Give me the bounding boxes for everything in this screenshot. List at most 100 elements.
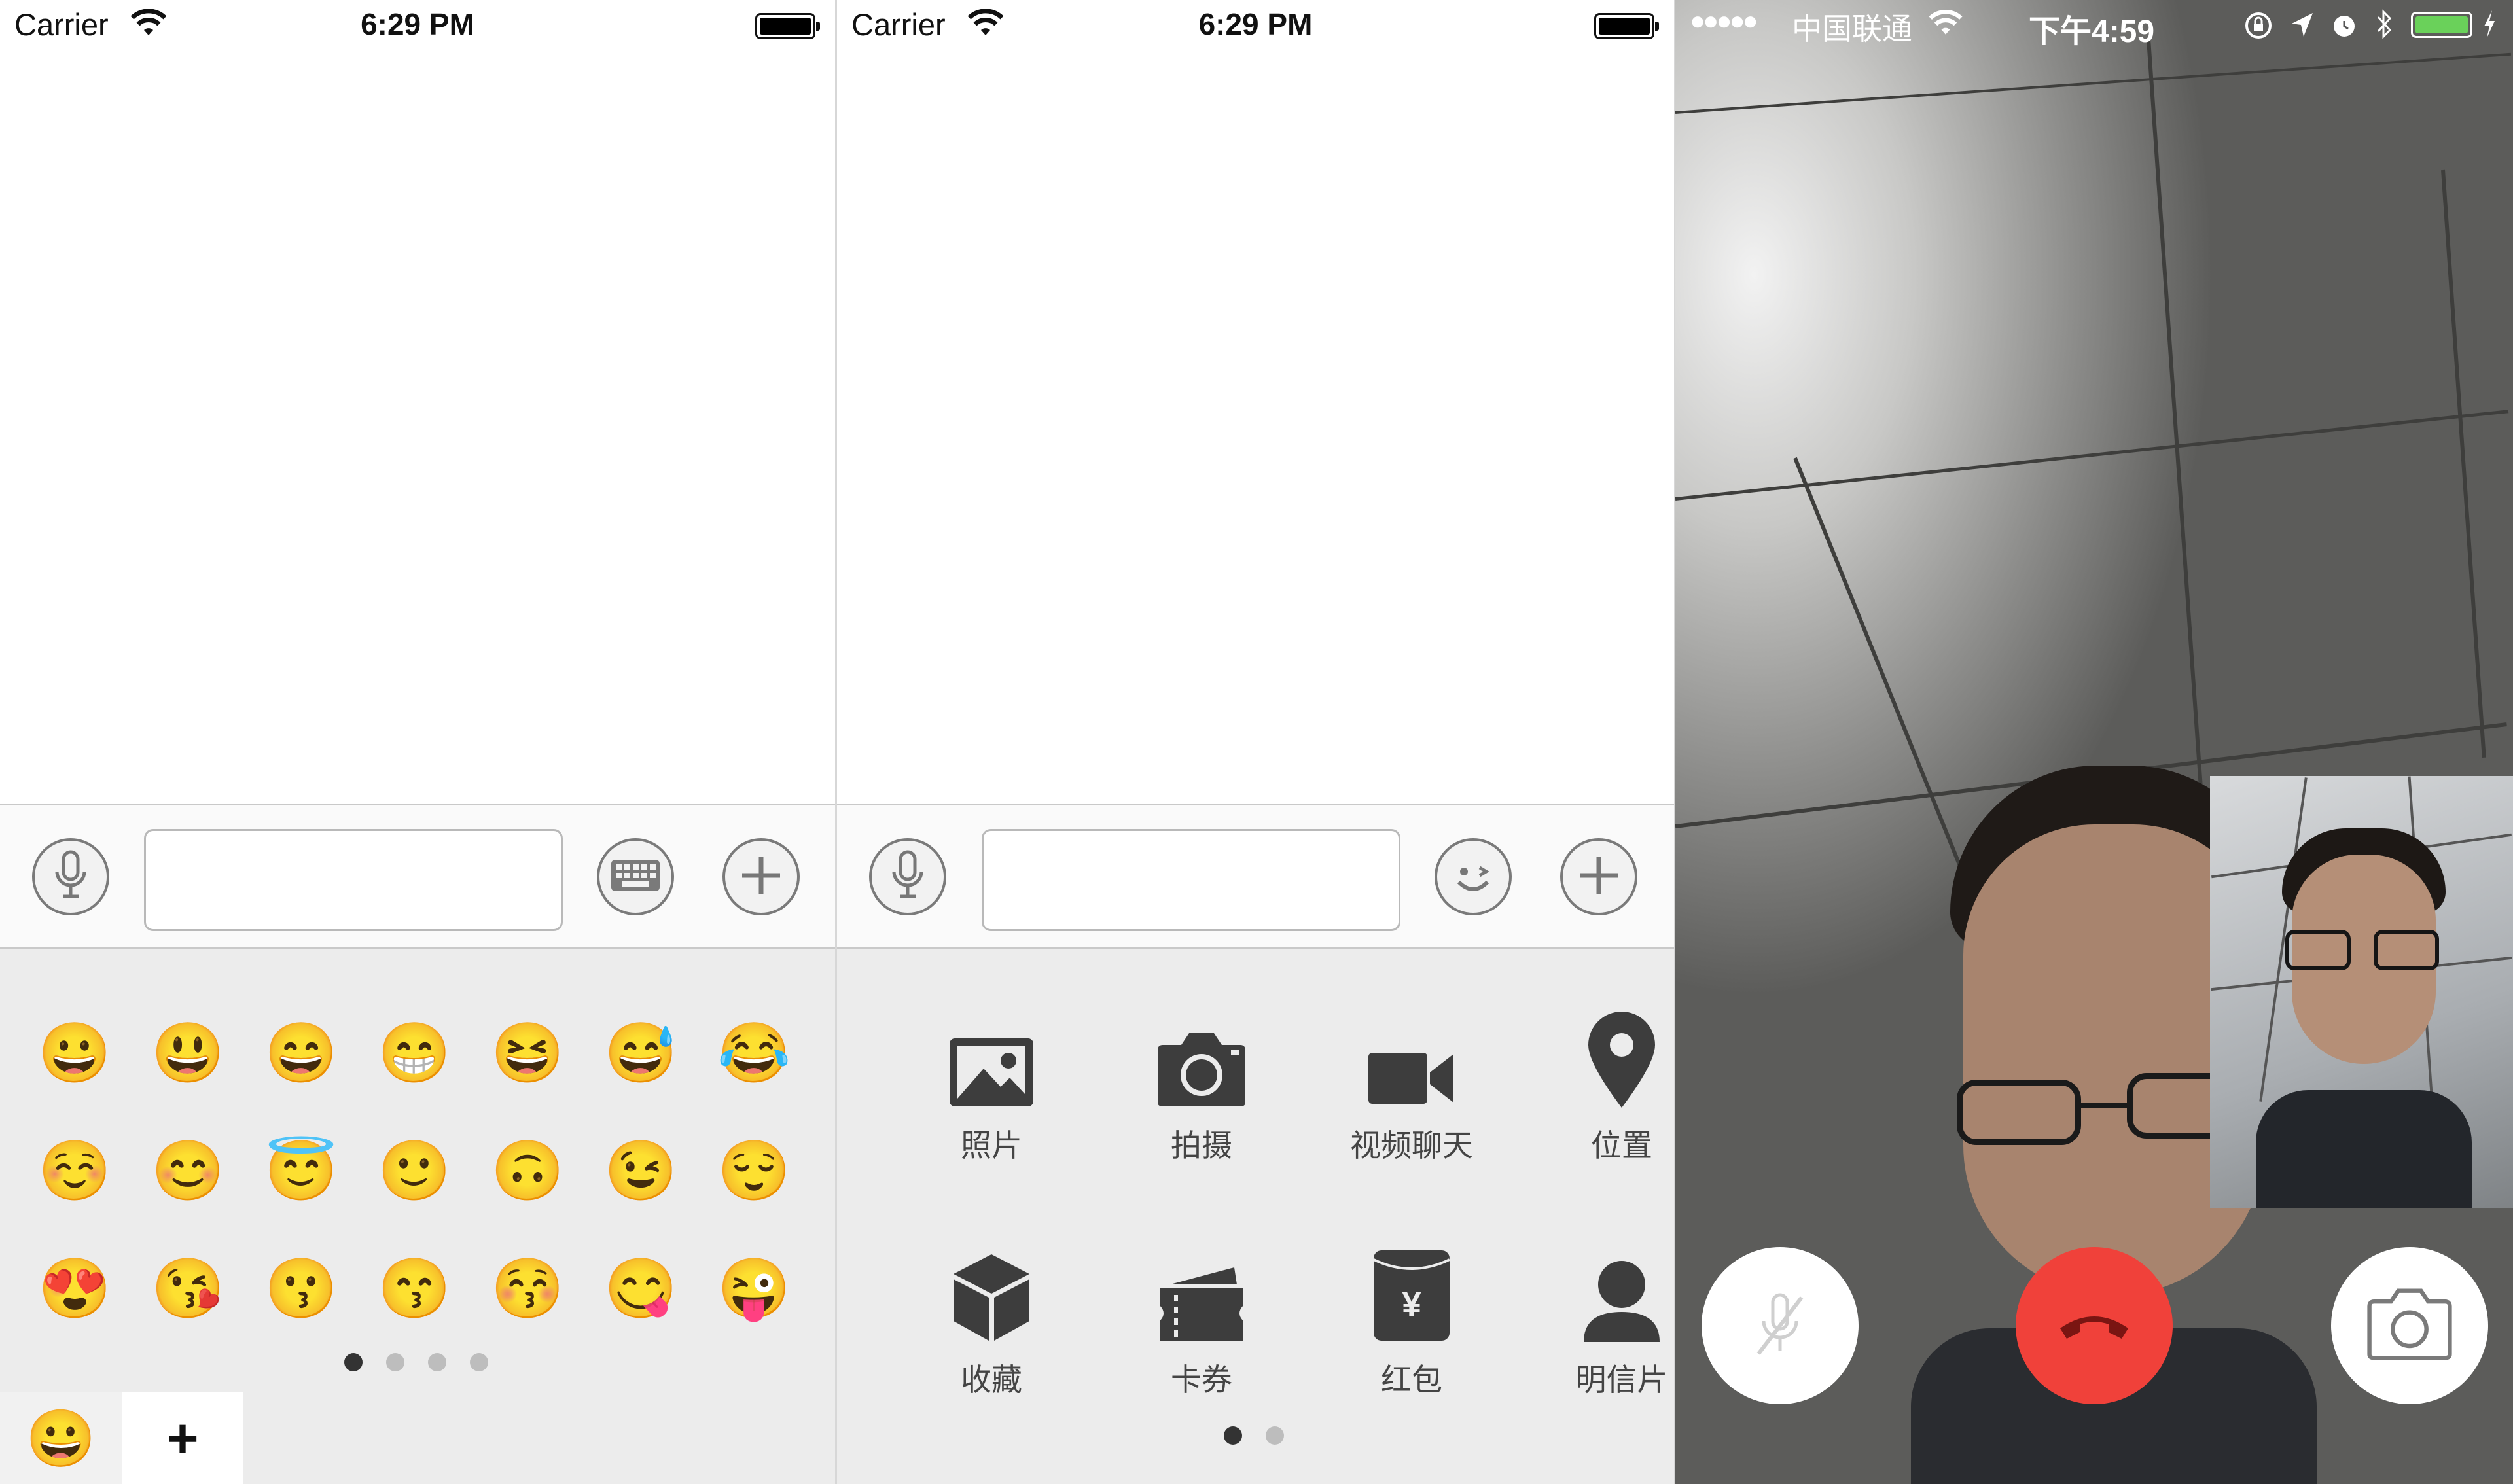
message-input[interactable] [144,829,563,931]
more-functions-panel: 照片 拍摄 视频聊天 位置 收藏 卡券 ¥ 红包 明信片 [837,949,1674,1484]
more-item-label: 位置 [1591,1128,1652,1163]
switch-camera-button[interactable] [2331,1247,2488,1404]
more-item-photo[interactable]: 照片 [893,1014,1090,1165]
red-envelope-icon: ¥ [1371,1248,1452,1347]
emoji-key[interactable]: 🙂 [375,1139,454,1204]
svg-text:¥: ¥ [1402,1284,1421,1324]
emoji-page-indicator[interactable] [344,1353,488,1371]
clock: 下午4:59 [2029,14,2155,49]
ceiling-grid-line [1675,52,2512,114]
emoji-key[interactable]: 😆 [488,1021,567,1086]
more-item-label: 红包 [1381,1362,1442,1397]
location-arrow-icon [2289,10,2315,46]
emoji-key[interactable]: 😊 [149,1139,227,1204]
emoji-key[interactable]: ☺️ [35,1139,114,1204]
message-input[interactable] [982,829,1400,931]
emoji-key[interactable]: 😗 [262,1256,340,1322]
status-bar: Carrier 6:29 PM [837,0,1674,52]
location-pin-icon [1586,1011,1658,1112]
message-list[interactable] [837,52,1674,804]
local-video-preview[interactable] [2210,776,2513,1208]
more-item-coupons[interactable]: 卡券 [1103,1248,1300,1400]
emoji-key[interactable]: 😍 [35,1256,114,1322]
emoji-key[interactable]: 😜 [715,1256,793,1322]
emoji-key[interactable]: 😌 [715,1139,793,1204]
ceiling-grid-line [1675,410,2509,501]
emoji-key[interactable]: 😙 [375,1256,454,1322]
input-toolbar [0,804,835,949]
status-bar: ●●●●● 中国联通 下午4:59 [1675,0,2513,52]
battery-icon [755,13,820,39]
more-button[interactable] [722,838,800,915]
emoji-key[interactable]: 😘 [149,1256,227,1322]
carrier-label: 中国联通 [1792,12,1912,46]
more-item-video-chat[interactable]: 视频聊天 [1313,1014,1510,1165]
emoji-key[interactable]: 😇 [262,1139,340,1204]
more-item-postcard[interactable]: 明信片 [1524,1248,1674,1400]
more-page-indicator[interactable] [1224,1426,1284,1445]
more-item-label: 卡券 [1171,1362,1232,1397]
more-item-red-packet[interactable]: ¥ 红包 [1313,1248,1510,1400]
page-dot[interactable] [1224,1426,1242,1445]
cube-icon [951,1252,1032,1347]
emoji-key[interactable]: 😀 [35,1021,114,1086]
emoji-key[interactable]: 😃 [149,1021,227,1086]
keyboard-icon [610,856,661,898]
more-item-label: 视频聊天 [1350,1128,1473,1163]
ceiling-grid-line [2441,169,2486,758]
wifi-icon [1928,9,1963,44]
clock: 6:29 PM [361,7,474,41]
emoji-key[interactable]: 😄 [262,1021,340,1086]
clock: 6:29 PM [1198,7,1313,41]
emoji-key[interactable]: 😚 [488,1256,567,1322]
emoji-key[interactable]: 😅 [601,1021,680,1086]
ticket-icon [1157,1265,1246,1347]
chat-emoji-screen: Carrier 6:29 PM 😀 😃 😄 😁 😆 😅 😂 ☺️ 😊 😇 🙂 🙃… [0,0,835,1484]
battery-icon [1594,13,1659,39]
emoji-key[interactable]: 🙃 [488,1139,567,1204]
hang-up-button[interactable] [2016,1247,2173,1404]
emoji-key[interactable]: 😂 [715,1021,793,1086]
signal-strength-icon: ●●●●● [1690,7,1758,35]
emoji-key[interactable]: 😉 [601,1139,680,1204]
more-button[interactable] [1560,838,1637,915]
voice-button[interactable] [869,838,946,915]
emoji-category-tab[interactable]: 😀 [0,1392,122,1484]
page-dot[interactable] [1266,1426,1284,1445]
emoji-key[interactable]: 😁 [375,1021,454,1086]
status-bar: Carrier 6:29 PM [0,0,835,52]
plus-circle-icon [1576,853,1622,902]
voice-button[interactable] [32,838,109,915]
message-list[interactable] [0,52,835,804]
emoji-key[interactable]: 😋 [601,1256,680,1322]
more-item-label: 拍摄 [1171,1128,1232,1163]
input-toolbar [837,804,1674,949]
more-item-camera[interactable]: 拍摄 [1103,1014,1300,1165]
add-emoji-tab[interactable]: + [122,1392,243,1484]
more-item-favorites[interactable]: 收藏 [893,1248,1090,1400]
mic-off-icon [1751,1288,1809,1364]
charging-bolt-icon [2482,9,2497,46]
video-call-screen: ●●●●● 中国联通 下午4:59 [1675,0,2513,1484]
photo-icon [947,1036,1036,1112]
page-dot[interactable] [470,1353,488,1371]
screenshot-stage: Carrier 6:29 PM 😀 😃 😄 😁 😆 😅 😂 ☺️ 😊 😇 🙂 🙃… [0,0,2513,1484]
emoji-button[interactable] [1435,838,1512,915]
more-item-location[interactable]: 位置 [1524,1011,1674,1165]
mute-button[interactable] [1702,1247,1859,1404]
page-dot[interactable] [344,1353,363,1371]
page-dot[interactable] [386,1353,404,1371]
page-dot[interactable] [428,1353,446,1371]
keyboard-button[interactable] [597,838,674,915]
plus-circle-icon [738,853,784,902]
emoji-keyboard: 😀 😃 😄 😁 😆 😅 😂 ☺️ 😊 😇 🙂 🙃 😉 😌 😍 😘 😗 😙 😚 😋 😜 😀 + [0,949,835,1484]
camera-icon [1154,1031,1249,1112]
alarm-icon [2330,9,2359,48]
wink-face-icon [1447,849,1499,905]
phone-hangup-icon [2055,1305,2133,1347]
microphone-icon [888,849,927,905]
person-icon [1581,1258,1662,1347]
more-item-label: 收藏 [961,1362,1022,1397]
more-item-label: 照片 [961,1128,1022,1163]
camera-switch-icon [2364,1288,2455,1364]
